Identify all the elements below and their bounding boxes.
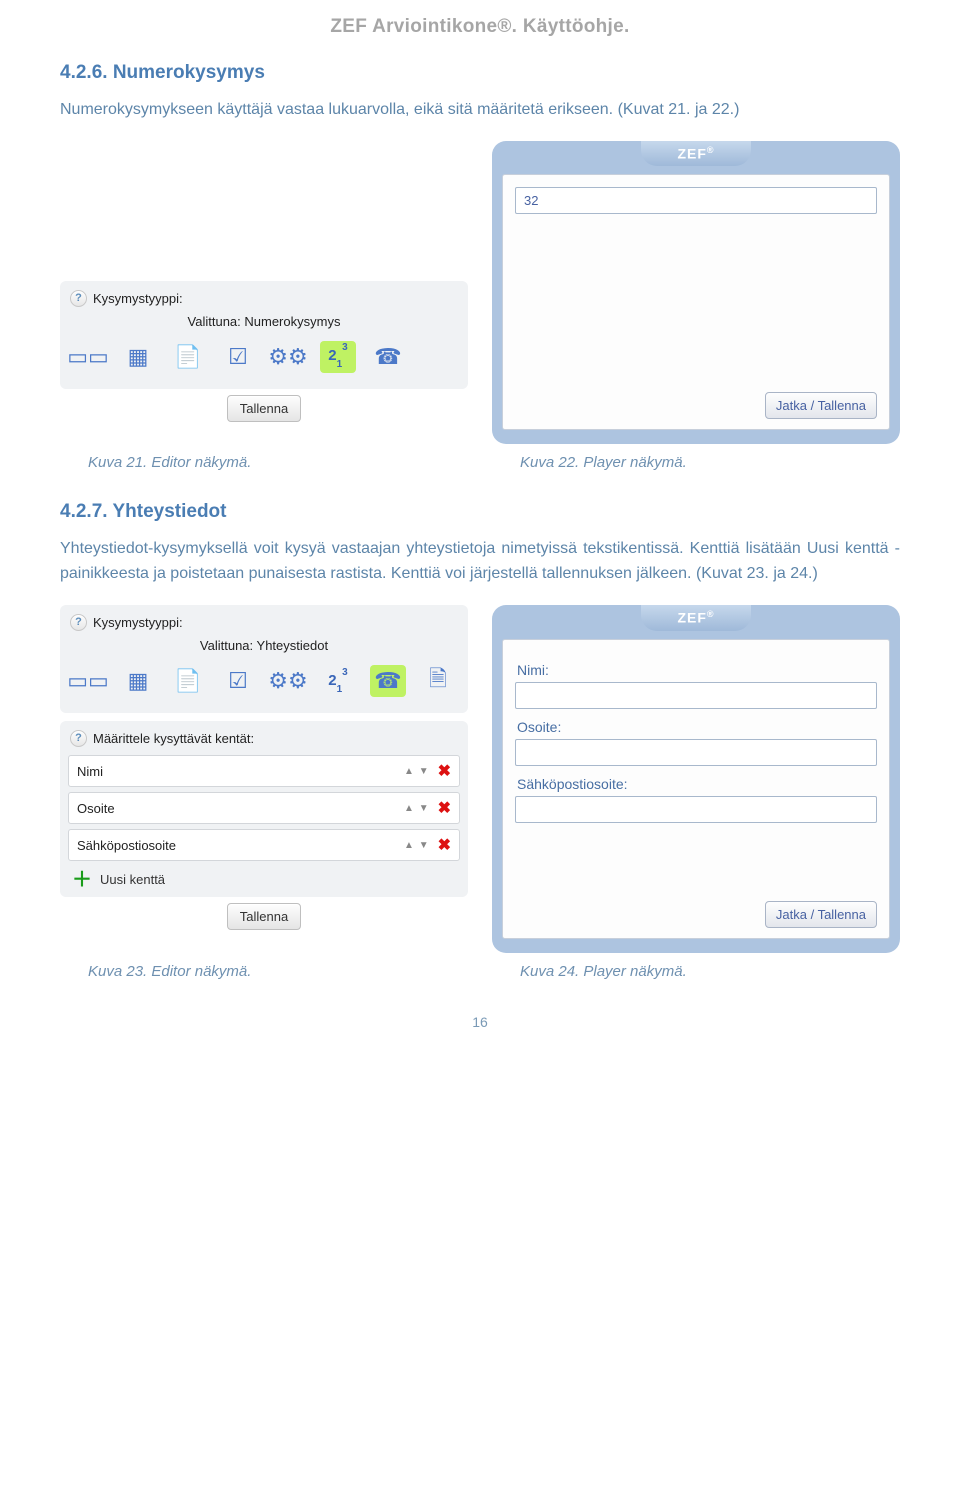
qtype-multi-icon[interactable]: ⚙⚙ — [270, 665, 306, 697]
add-field-label: Uusi kenttä — [100, 872, 165, 887]
field-label: Nimi: — [517, 662, 875, 678]
qtype-grid-icon[interactable]: ▦ — [120, 665, 156, 697]
qtype-contact-icon[interactable]: ☎ — [370, 341, 406, 373]
save-button[interactable]: Tallenna — [227, 903, 301, 930]
qtype-multi-icon[interactable]: ⚙⚙ — [270, 341, 306, 373]
figure-caption: Kuva 23. Editor näkymä. — [60, 963, 468, 980]
name-input[interactable] — [515, 682, 877, 709]
continue-save-button[interactable]: Jatka / Tallenna — [765, 392, 877, 419]
qtype-label: Kysymystyyppi: — [93, 291, 183, 306]
field-row: Sähköpostiosoite ▲ ▼ ✖ — [68, 829, 460, 861]
qtype-check-icon[interactable]: ☑ — [220, 665, 256, 697]
sort-handle-icon[interactable]: ▲ ▼ — [404, 803, 430, 814]
page-number: 16 — [60, 1014, 900, 1030]
delete-field-icon[interactable]: ✖ — [438, 761, 451, 781]
selected-type: Valittuna: Numerokysymys — [68, 314, 460, 329]
field-name: Sähköpostiosoite — [77, 838, 396, 853]
figure-caption: Kuva 21. Editor näkymä. — [60, 454, 468, 471]
qtype-freetext-icon[interactable]: 📄 — [170, 341, 206, 373]
plus-icon: ＋ — [72, 873, 92, 887]
qtype-icons: ▭▭ ▦ 📄 ☑ ⚙⚙ 213 ☎ 🗎 — [68, 659, 460, 705]
help-icon[interactable]: ? — [70, 730, 87, 747]
qtype-2d-icon[interactable]: ▭▭ — [70, 341, 106, 373]
sort-handle-icon[interactable]: ▲ ▼ — [404, 766, 430, 777]
field-name: Nimi — [77, 764, 396, 779]
field-row: Nimi ▲ ▼ ✖ — [68, 755, 460, 787]
email-input[interactable] — [515, 796, 877, 823]
continue-save-button[interactable]: Jatka / Tallenna — [765, 901, 877, 928]
figure-caption: Kuva 22. Player näkymä. — [492, 454, 900, 471]
qtype-contact-icon[interactable]: ☎ — [370, 665, 406, 697]
qtype-check-icon[interactable]: ☑ — [220, 341, 256, 373]
section-paragraph: Numerokysymykseen käyttäjä vastaa lukuar… — [60, 98, 900, 123]
qtype-label: Kysymystyyppi: — [93, 615, 183, 630]
qtype-grid-icon[interactable]: ▦ — [120, 341, 156, 373]
qtype-file-icon[interactable]: 🗎 — [420, 665, 456, 697]
sort-handle-icon[interactable]: ▲ ▼ — [404, 840, 430, 851]
save-button[interactable]: Tallenna — [227, 395, 301, 422]
editor-panel-kysymystyyppi: ? Kysymystyyppi: Valittuna: Yhteystiedot… — [60, 605, 468, 713]
delete-field-icon[interactable]: ✖ — [438, 835, 451, 855]
add-field-row[interactable]: ＋ Uusi kenttä — [68, 866, 460, 889]
qtype-freetext-icon[interactable]: 📄 — [170, 665, 206, 697]
help-icon[interactable]: ? — [70, 290, 87, 307]
section-heading: 4.2.7. Yhteystiedot — [60, 501, 900, 523]
qtype-2d-icon[interactable]: ▭▭ — [70, 665, 106, 697]
delete-field-icon[interactable]: ✖ — [438, 798, 451, 818]
section-paragraph: Yhteystiedot-kysymyksellä voit kysyä vas… — [60, 537, 900, 587]
selected-type: Valittuna: Yhteystiedot — [68, 638, 460, 653]
field-name: Osoite — [77, 801, 396, 816]
qtype-number-icon[interactable]: 213 — [320, 665, 356, 697]
qtype-number-icon[interactable]: 213 — [320, 341, 356, 373]
figure-caption: Kuva 24. Player näkymä. — [492, 963, 900, 980]
field-row: Osoite ▲ ▼ ✖ — [68, 792, 460, 824]
section-heading: 4.2.6. Numerokysymys — [60, 62, 900, 84]
document-header: ZEF Arviointikone®. Käyttöohje. — [60, 0, 900, 62]
qtype-icons: ▭▭ ▦ 📄 ☑ ⚙⚙ 213 ☎ — [68, 335, 460, 381]
fields-label: Määrittele kysyttävät kentät: — [93, 731, 254, 746]
zef-brand-badge: ZEF® — [641, 605, 751, 631]
zef-brand-badge: ZEF® — [641, 141, 751, 167]
address-input[interactable] — [515, 739, 877, 766]
fields-panel: ? Määrittele kysyttävät kentät: Nimi ▲ ▼… — [60, 721, 468, 897]
help-icon[interactable]: ? — [70, 614, 87, 631]
field-label: Sähköpostiosoite: — [517, 776, 875, 792]
number-input[interactable] — [515, 187, 877, 214]
editor-panel-kysymystyyppi: ? Kysymystyyppi: Valittuna: Numerokysymy… — [60, 281, 468, 389]
player-panel: ZEF® Jatka / Tallenna — [492, 141, 900, 445]
player-panel: ZEF® Nimi: Osoite: Sähköpostiosoite: Jat… — [492, 605, 900, 953]
field-label: Osoite: — [517, 719, 875, 735]
